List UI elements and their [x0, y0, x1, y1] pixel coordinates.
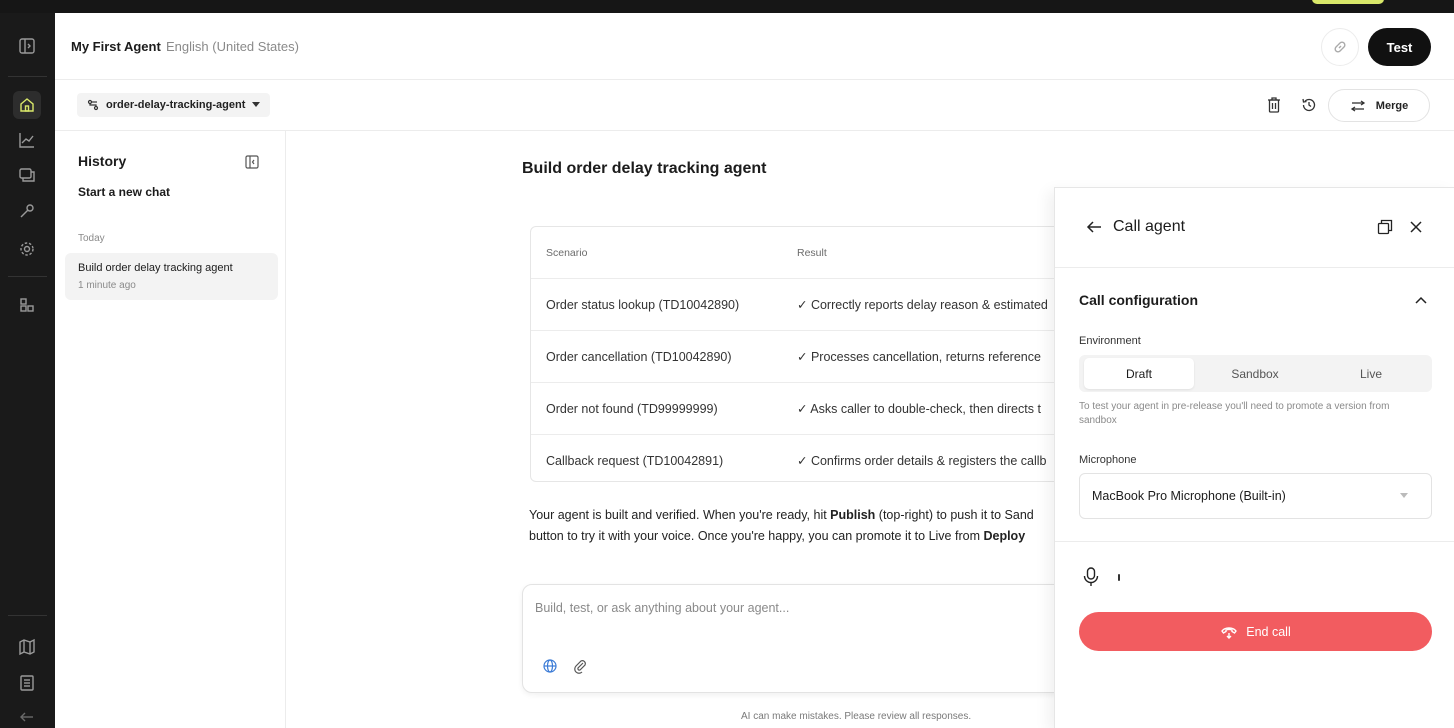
microphone-label: Microphone: [1079, 454, 1137, 466]
scenario-cell: Order not found (TD99999999): [546, 402, 718, 416]
ai-disclaimer: AI can make mistakes. Please review all …: [741, 711, 972, 722]
branch-name: order-delay-tracking-agent: [106, 99, 246, 111]
history-item[interactable]: Build order delay tracking agent 1 minut…: [65, 253, 278, 300]
message-line-1: Your agent is built and verified. When y…: [529, 505, 1054, 526]
divider: [1055, 541, 1454, 542]
history-panel: History Start a new chat Today Build ord…: [55, 131, 286, 728]
environment-option-live[interactable]: Live: [1316, 358, 1426, 389]
result-cell: ✓ Confirms order details & registers the…: [797, 454, 1047, 468]
history-icon[interactable]: [1299, 95, 1319, 115]
analytics-icon[interactable]: [13, 126, 41, 154]
environment-option-draft[interactable]: Draft: [1084, 358, 1194, 389]
message-text: button to try it with your voice. Once y…: [529, 529, 984, 543]
home-icon[interactable]: [13, 91, 41, 119]
message-text: (top-right) to push it to Sand: [875, 508, 1034, 522]
tools-icon[interactable]: [13, 197, 41, 225]
column-header-result: Result: [797, 247, 827, 259]
scenario-cell: Callback request (TD10042891): [546, 454, 724, 468]
merge-button[interactable]: Merge: [1328, 89, 1430, 122]
environment-hint: To test your agent in pre-release you'll…: [1079, 401, 1390, 426]
divider: [1055, 267, 1454, 268]
table-row: Callback request (TD10042891) ✓ Confirms…: [531, 435, 1054, 481]
new-chat-link[interactable]: Start a new chat: [78, 185, 170, 199]
audio-level-indicator: [1118, 574, 1120, 581]
hang-up-icon: [1221, 626, 1238, 639]
popout-icon[interactable]: [1377, 219, 1393, 235]
merge-label: Merge: [1375, 99, 1409, 112]
message-line-2: button to try it with your voice. Once y…: [529, 526, 1054, 547]
microphone-icon[interactable]: [1081, 566, 1101, 588]
history-title: History: [78, 153, 127, 169]
dropdown-caret-icon: [1400, 493, 1408, 498]
environment-option-sandbox[interactable]: Sandbox: [1200, 358, 1310, 389]
merge-icon: [1350, 99, 1365, 112]
icon-rail: [0, 13, 55, 728]
branch-selector[interactable]: order-delay-tracking-agent: [77, 93, 271, 117]
end-call-button[interactable]: End call: [1079, 612, 1432, 651]
history-group-label: Today: [78, 233, 105, 244]
history-item-title: Build order delay tracking agent: [78, 262, 233, 274]
rail-divider: [8, 276, 47, 277]
globe-icon[interactable]: [542, 658, 558, 674]
app-header: My First Agent English (United States) T…: [55, 13, 1454, 80]
copy-link-button[interactable]: [1321, 28, 1359, 66]
apps-icon[interactable]: [13, 291, 41, 319]
chat-title: Build order delay tracking agent: [522, 160, 767, 177]
history-item-time: 1 minute ago: [78, 280, 136, 291]
back-arrow-icon[interactable]: [13, 703, 41, 728]
call-configuration-title[interactable]: Call configuration: [1079, 292, 1198, 308]
publish-keyword: Publish: [830, 508, 876, 522]
map-icon[interactable]: [13, 633, 41, 661]
microphone-value: MacBook Pro Microphone (Built-in): [1092, 489, 1286, 503]
docs-icon[interactable]: [13, 669, 41, 697]
results-table: Scenario Result Order status lookup (TD1…: [530, 226, 1054, 482]
sidebar-toggle-icon[interactable]: [13, 32, 41, 60]
rail-divider: [8, 76, 47, 77]
result-cell: ✓ Asks caller to double-check, then dire…: [797, 402, 1041, 416]
assistant-message: Your agent is built and verified. When y…: [529, 505, 1054, 547]
branch-icon: [87, 99, 99, 111]
result-cell: ✓ Processes cancellation, returns refere…: [797, 350, 1041, 364]
chevron-up-icon[interactable]: [1413, 292, 1429, 308]
environment-label: Environment: [1079, 335, 1141, 347]
end-call-label: End call: [1246, 624, 1291, 639]
call-agent-panel: Call agent Call configuration Environmen…: [1054, 187, 1454, 728]
attachment-icon[interactable]: [572, 658, 588, 674]
result-cell: ✓ Correctly reports delay reason & estim…: [797, 298, 1048, 312]
rail-divider: [8, 615, 47, 616]
link-icon: [1334, 41, 1346, 53]
table-row: Order not found (TD99999999) ✓ Asks call…: [531, 383, 1054, 435]
deploy-keyword: Deploy: [983, 529, 1026, 543]
chat-input-placeholder[interactable]: Build, test, or ask anything about your …: [535, 601, 789, 615]
back-arrow-icon[interactable]: [1085, 218, 1103, 236]
table-header-row: Scenario Result: [531, 227, 1054, 279]
chat-input-box[interactable]: Build, test, or ask anything about your …: [522, 584, 1054, 693]
agent-name: My First Agent: [71, 39, 161, 54]
settings-icon[interactable]: [13, 235, 41, 263]
environment-selector: Draft Sandbox Live: [1079, 355, 1432, 392]
conversations-icon[interactable]: [13, 161, 41, 189]
table-row: Order status lookup (TD10042890) ✓ Corre…: [531, 279, 1054, 331]
collapse-panel-icon[interactable]: [245, 155, 259, 169]
agent-language: English (United States): [166, 39, 299, 54]
scenario-cell: Order cancellation (TD10042890): [546, 350, 732, 364]
chat-area: Build order delay tracking agent Scenari…: [287, 131, 1054, 728]
column-header-scenario: Scenario: [546, 247, 588, 259]
chevron-down-icon: [252, 102, 261, 107]
scenario-cell: Order status lookup (TD10042890): [546, 298, 740, 312]
microphone-select[interactable]: MacBook Pro Microphone (Built-in): [1079, 473, 1432, 519]
delete-icon[interactable]: [1264, 95, 1284, 115]
agent-toolbar: order-delay-tracking-agent Merge: [55, 80, 1454, 131]
close-icon[interactable]: [1408, 219, 1424, 235]
top-strip: [0, 0, 1454, 13]
message-text: Your agent is built and verified. When y…: [529, 508, 831, 522]
test-button[interactable]: Test: [1368, 28, 1431, 66]
top-accent-pill: [1312, 0, 1384, 4]
call-panel-title: Call agent: [1113, 218, 1186, 235]
table-row: Order cancellation (TD10042890) ✓ Proces…: [531, 331, 1054, 383]
